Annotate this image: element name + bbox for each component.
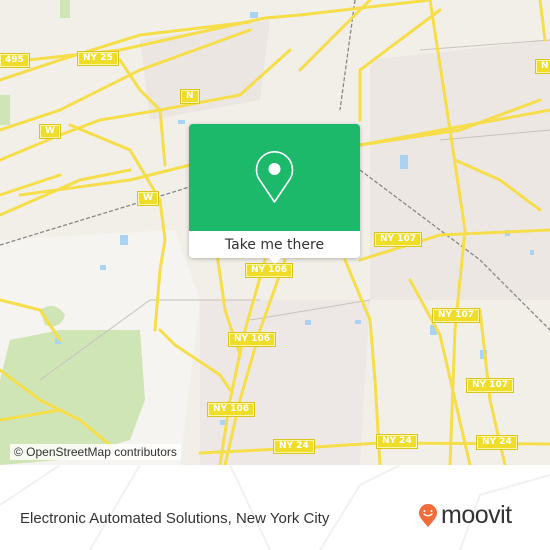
- brand-name: moovit: [441, 501, 512, 529]
- road-label: W: [39, 124, 61, 139]
- road-label: N: [535, 59, 550, 74]
- place-title: Electronic Automated Solutions, New York…: [20, 510, 330, 527]
- popup-pointer: [268, 257, 282, 264]
- footer: Electronic Automated Solutions, New York…: [0, 465, 550, 550]
- road-label: NY 107: [466, 378, 514, 393]
- take-me-there-button[interactable]: Take me there: [189, 231, 360, 258]
- road-label: N: [180, 89, 200, 104]
- road-label: NY 106: [245, 263, 293, 278]
- map-attribution[interactable]: © OpenStreetMap contributors: [10, 444, 181, 460]
- road-label: W: [137, 191, 159, 206]
- road-label: NY 106: [228, 332, 276, 347]
- road-label: 495: [0, 53, 30, 68]
- road-label: NY 24: [376, 434, 418, 449]
- popup-header: [189, 124, 360, 231]
- moovit-logo-icon: [419, 503, 437, 527]
- location-popup: Take me there: [189, 124, 360, 264]
- road-label: NY 24: [476, 435, 518, 450]
- moovit-logo[interactable]: moovit: [418, 503, 512, 528]
- road-label: NY 106: [207, 402, 255, 417]
- road-label: NY 25: [77, 51, 119, 66]
- road-label: NY 24: [273, 439, 315, 454]
- road-label: NY 107: [432, 308, 480, 323]
- map[interactable]: 495 NY 25 N N W W NY 106 NY 106 NY 106 N…: [0, 0, 550, 465]
- map-pin-icon: [255, 151, 294, 203]
- road-label: NY 107: [374, 232, 422, 247]
